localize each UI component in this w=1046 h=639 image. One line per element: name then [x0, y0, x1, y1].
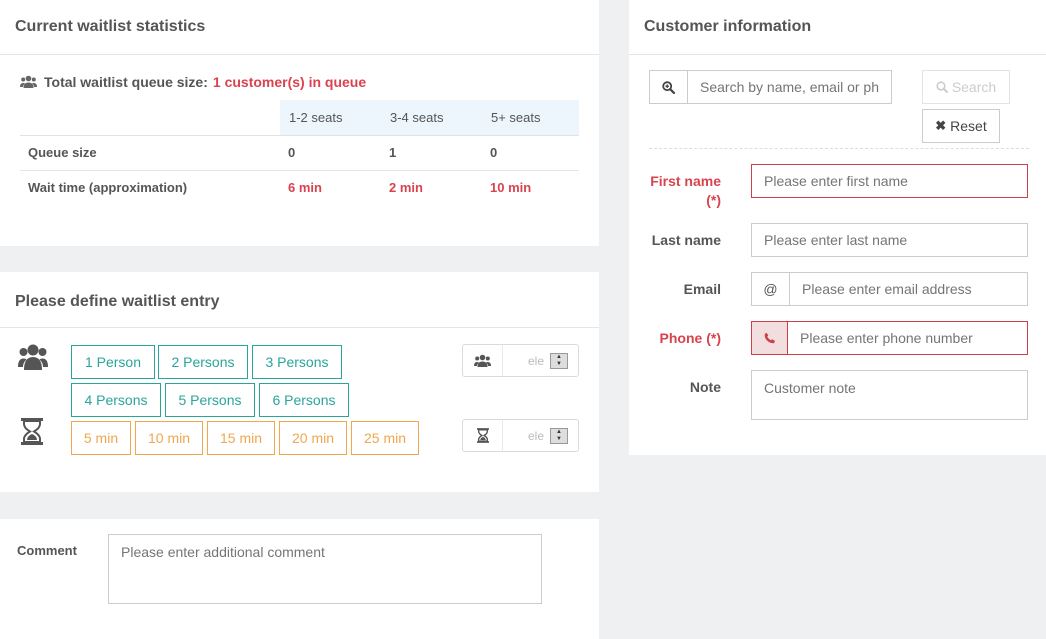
time-spinner[interactable]: ele ▲ ▼: [462, 419, 579, 452]
customer-information-panel: Customer information Search ✖ Reset Firs…: [629, 0, 1046, 455]
email-field-wrapper: @: [751, 272, 1028, 306]
column-header: 3-4 seats: [381, 100, 482, 135]
table-cell: 0: [280, 134, 381, 170]
spinner-arrows[interactable]: ▲ ▼: [550, 427, 568, 444]
first-name-field-wrapper: [751, 164, 1028, 198]
table-header-row: 1-2 seats 3-4 seats 5+ seats: [20, 100, 579, 135]
time-5-button[interactable]: 5 min: [71, 421, 131, 455]
users-icon: [463, 345, 503, 376]
spinner-arrows[interactable]: ▲ ▼: [550, 352, 568, 369]
comment-label: Comment: [17, 543, 77, 558]
chevron-down-icon[interactable]: ▼: [551, 436, 567, 443]
table-row: Wait time (approximation) 6 min 2 min 10…: [20, 169, 579, 205]
queue-size-label: Total waitlist queue size:: [44, 74, 208, 90]
column-header: [20, 100, 280, 135]
time-15-button[interactable]: 15 min: [207, 421, 275, 455]
reset-button-label: Reset: [950, 118, 987, 134]
customer-search-group: [649, 70, 892, 104]
hourglass-icon: [21, 418, 43, 445]
last-name-label: Last name: [651, 232, 721, 248]
at-icon: @: [752, 273, 790, 305]
chevron-up-icon[interactable]: ▲: [551, 354, 567, 361]
divider: [629, 54, 1046, 55]
table-cell: 6 min: [280, 169, 381, 205]
phone-label: Phone (*): [659, 330, 721, 346]
person-2-button[interactable]: 2 Persons: [158, 345, 248, 379]
divider: [0, 327, 599, 328]
person-4-button[interactable]: 4 Persons: [71, 383, 161, 417]
table-cell: 10 min: [482, 169, 579, 205]
close-icon: ✖: [935, 118, 947, 133]
chevron-down-icon[interactable]: ▼: [551, 361, 567, 368]
hourglass-icon: [463, 420, 503, 451]
person-1-button[interactable]: 1 Person: [71, 345, 155, 379]
phone-icon: [752, 322, 788, 354]
customer-search-input[interactable]: [688, 71, 891, 103]
persons-spinner[interactable]: ele ▲ ▼: [462, 344, 579, 377]
waitlist-stats-table: 1-2 seats 3-4 seats 5+ seats Queue size …: [20, 100, 579, 205]
reset-button[interactable]: ✖ Reset: [922, 109, 1000, 143]
person-5-button[interactable]: 5 Persons: [165, 383, 255, 417]
customer-title: Customer information: [644, 18, 812, 35]
search-button-label: Search: [951, 79, 997, 95]
chevron-up-icon[interactable]: ▲: [551, 429, 567, 436]
dashed-divider: [649, 148, 1029, 149]
phone-field-wrapper: [751, 321, 1028, 355]
first-name-label: First name (*): [650, 173, 721, 208]
time-25-button[interactable]: 25 min: [351, 421, 419, 455]
time-spinner-value[interactable]: ele: [503, 429, 550, 443]
table-cell: 2 min: [381, 169, 482, 205]
person-6-button[interactable]: 6 Persons: [259, 383, 349, 417]
row-label: Wait time (approximation): [20, 169, 280, 205]
row-label: Queue size: [20, 134, 280, 170]
column-header: 1-2 seats: [280, 100, 381, 135]
queue-size-value: 1 customer(s) in queue: [212, 74, 367, 90]
table-cell: 0: [482, 134, 579, 170]
last-name-field[interactable]: [752, 224, 1027, 256]
email-label: Email: [683, 281, 721, 297]
time-20-button[interactable]: 20 min: [279, 421, 347, 455]
table-cell: 1: [381, 134, 482, 170]
column-header: 5+ seats: [482, 100, 579, 135]
phone-field[interactable]: [788, 322, 1027, 354]
zoom-icon: [650, 71, 688, 103]
customer-note-textarea[interactable]: [751, 370, 1028, 420]
users-icon: [20, 75, 37, 88]
define-title: Please define waitlist entry: [15, 293, 220, 310]
users-icon: [18, 344, 48, 370]
first-name-field[interactable]: [752, 165, 1027, 197]
persons-spinner-value[interactable]: ele: [503, 354, 550, 368]
divider: [0, 54, 599, 55]
search-icon: [936, 81, 948, 93]
stats-title: Current waitlist statistics: [15, 18, 206, 35]
email-field[interactable]: [790, 273, 1027, 305]
comment-panel: Comment: [0, 519, 599, 639]
waitlist-statistics-panel: Current waitlist statistics Total waitli…: [0, 0, 599, 246]
waitlist-entry-panel: Please define waitlist entry 1 Person 2 …: [0, 272, 599, 492]
time-10-button[interactable]: 10 min: [135, 421, 203, 455]
required-mark: (*): [706, 192, 721, 208]
note-label: Note: [689, 379, 721, 395]
last-name-field-wrapper: [751, 223, 1028, 257]
person-3-button[interactable]: 3 Persons: [252, 345, 342, 379]
queue-size-line: Total waitlist queue size: 1 customer(s)…: [20, 74, 366, 90]
comment-textarea[interactable]: [108, 534, 542, 604]
table-row: Queue size 0 1 0: [20, 134, 579, 170]
search-button[interactable]: Search: [922, 70, 1010, 104]
